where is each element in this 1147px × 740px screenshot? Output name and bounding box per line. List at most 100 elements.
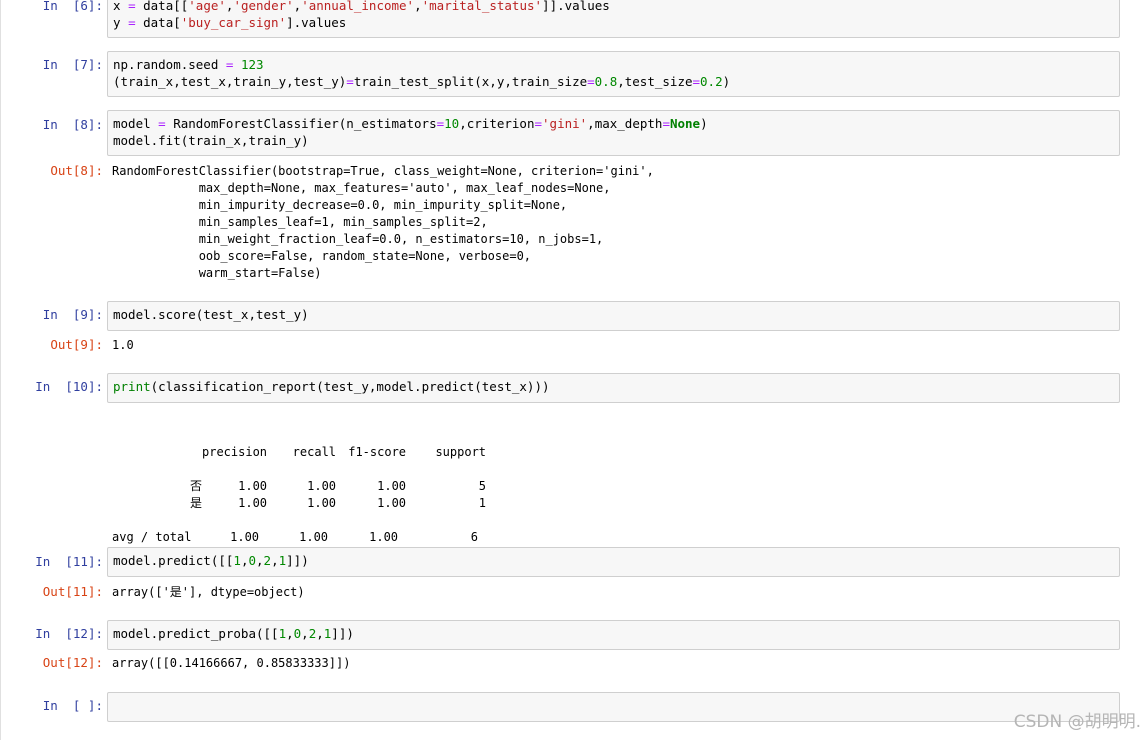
output-prompt: Out[12]: (42, 655, 103, 670)
code-token: ) (722, 74, 731, 89)
code-token: ].values (286, 15, 347, 30)
input-prompt: In [8]: (42, 117, 103, 132)
code-token: (train_x,test_x,train_y,test_y) (113, 74, 347, 89)
code-token: 'gender' (233, 0, 294, 13)
code-line: np.random.seed = 123 (113, 56, 1114, 73)
code-token: ,max_depth (587, 116, 663, 131)
code-token: train_test_split(x,y,train_size (353, 74, 588, 89)
code-token: 0 (248, 553, 257, 568)
report-value: 5 (478, 479, 487, 493)
code-token: = (346, 74, 354, 89)
code-token: ]].values (542, 0, 610, 13)
report-value: 1.00 (377, 496, 407, 510)
report-label: 否 (189, 479, 202, 493)
code-token: 'annual_income' (301, 0, 415, 13)
code-token: print (113, 379, 151, 394)
code-token: ,test_size (617, 74, 693, 89)
code-token: model.score(test_x,test_y) (113, 307, 309, 322)
code-token: 'buy_car_sign' (180, 15, 287, 30)
cell-output-text: array(['是'], dtype=object) (112, 585, 305, 599)
code-cell-input[interactable]: model.predict_proba([[1,0,2,1]]) (107, 620, 1120, 650)
report-header-label (112, 444, 202, 461)
code-token: model (113, 116, 159, 131)
code-token: , (256, 553, 264, 568)
csdn-watermark: CSDN @胡明明. (1013, 712, 1141, 732)
code-token: = (158, 116, 166, 131)
report-value: 1 (478, 496, 487, 510)
report-value: 1.00 (307, 479, 337, 493)
code-token: 'age' (188, 0, 226, 13)
code-line: model.fit(train_x,train_y) (113, 132, 1114, 149)
code-token: = (662, 116, 670, 131)
code-token: , (414, 0, 422, 13)
input-prompt: In [10]: (35, 379, 103, 394)
code-token: RandomForestClassifier(n_estimators (165, 116, 437, 131)
code-token: 'gini' (542, 116, 588, 131)
report-total-value: 1.00 (230, 530, 260, 544)
report-value: 1.00 (307, 496, 337, 510)
code-token: 1 (233, 553, 241, 568)
report-total-value: 1.00 (369, 530, 399, 544)
cell-output-text: RandomForestClassifier(bootstrap=True, c… (112, 164, 654, 280)
code-line: model.predict_proba([[1,0,2,1]]) (113, 625, 1114, 642)
code-cell-input[interactable]: print(classification_report(test_y,model… (107, 373, 1120, 403)
output-prompt: Out[9]: (50, 337, 103, 352)
code-token: ]]) (331, 626, 354, 641)
code-cell-input[interactable]: model = RandomForestClassifier(n_estimat… (107, 110, 1120, 156)
code-token: = (587, 74, 595, 89)
code-token: None (669, 116, 701, 131)
code-token: 'marital_status' (421, 0, 543, 13)
cell-output-text: 1.0 (112, 338, 134, 352)
code-line: (train_x,test_x,train_y,test_y)=train_te… (113, 73, 1114, 90)
code-token: 0.2 (700, 74, 723, 89)
input-prompt: In [6]: (42, 0, 103, 13)
code-token: , (301, 626, 309, 641)
output-prompt: Out[11]: (42, 584, 103, 599)
report-header-f1: f1-score (348, 445, 407, 459)
report-value: 1.00 (238, 496, 268, 510)
code-line: y = data['buy_car_sign'].values (113, 14, 1114, 31)
code-token: model.predict_proba([[ (113, 626, 279, 641)
code-token: = (692, 74, 701, 89)
code-token: 10 (444, 116, 460, 131)
code-line: print(classification_report(test_y,model… (113, 378, 1114, 395)
code-line: model = RandomForestClassifier(n_estimat… (113, 115, 1114, 132)
code-cell-input[interactable]: x = data[['age','gender','annual_income'… (107, 0, 1120, 38)
report-value: 1.00 (377, 479, 407, 493)
code-token: = (128, 0, 136, 13)
code-line: model.score(test_x,test_y) (113, 306, 1114, 323)
code-token: , (316, 626, 324, 641)
code-cell-input[interactable]: np.random.seed = 123 (train_x,test_x,trai… (107, 51, 1120, 97)
input-prompt: In [12]: (35, 626, 103, 641)
code-token: model.fit(train_x,train_y) (113, 133, 309, 148)
input-prompt: In [ ]: (42, 698, 103, 713)
report-total-label: avg / total (112, 530, 192, 544)
code-token: 0.8 (594, 74, 618, 89)
report-header-recall: recall (292, 445, 337, 459)
code-token: = (128, 15, 136, 30)
output-prompt: Out[8]: (50, 163, 103, 178)
code-token: , (271, 553, 279, 568)
report-header-precision: precision (202, 445, 268, 459)
cell-output-text: array([[0.14166667, 0.85833333]]) (112, 656, 351, 670)
code-token: , (286, 626, 294, 641)
input-prompt: In [9]: (42, 307, 103, 322)
empty-code-cell-input[interactable] (107, 692, 1120, 722)
code-token: data[[ (135, 0, 189, 13)
code-token: np.random.seed (113, 57, 226, 72)
code-token: = (534, 116, 543, 131)
code-line: model.predict([[1,0,2,1]]) (113, 552, 1114, 569)
code-token: ,criterion (459, 116, 535, 131)
code-token: ]]) (286, 553, 309, 568)
code-token: model.predict([[ (113, 553, 234, 568)
input-prompt: In [7]: (42, 57, 103, 72)
code-token: y (113, 15, 129, 30)
code-line: x = data[['age','gender','annual_income'… (113, 0, 1114, 14)
code-cell-input[interactable]: model.predict([[1,0,2,1]]) (107, 547, 1120, 577)
input-prompt: In [11]: (35, 554, 103, 569)
code-token: (classification_report(test_y,model.pred… (150, 379, 550, 394)
code-cell-input[interactable]: model.score(test_x,test_y) (107, 301, 1120, 331)
code-token: 1 (278, 553, 287, 568)
report-total-value: 1.00 (299, 530, 329, 544)
